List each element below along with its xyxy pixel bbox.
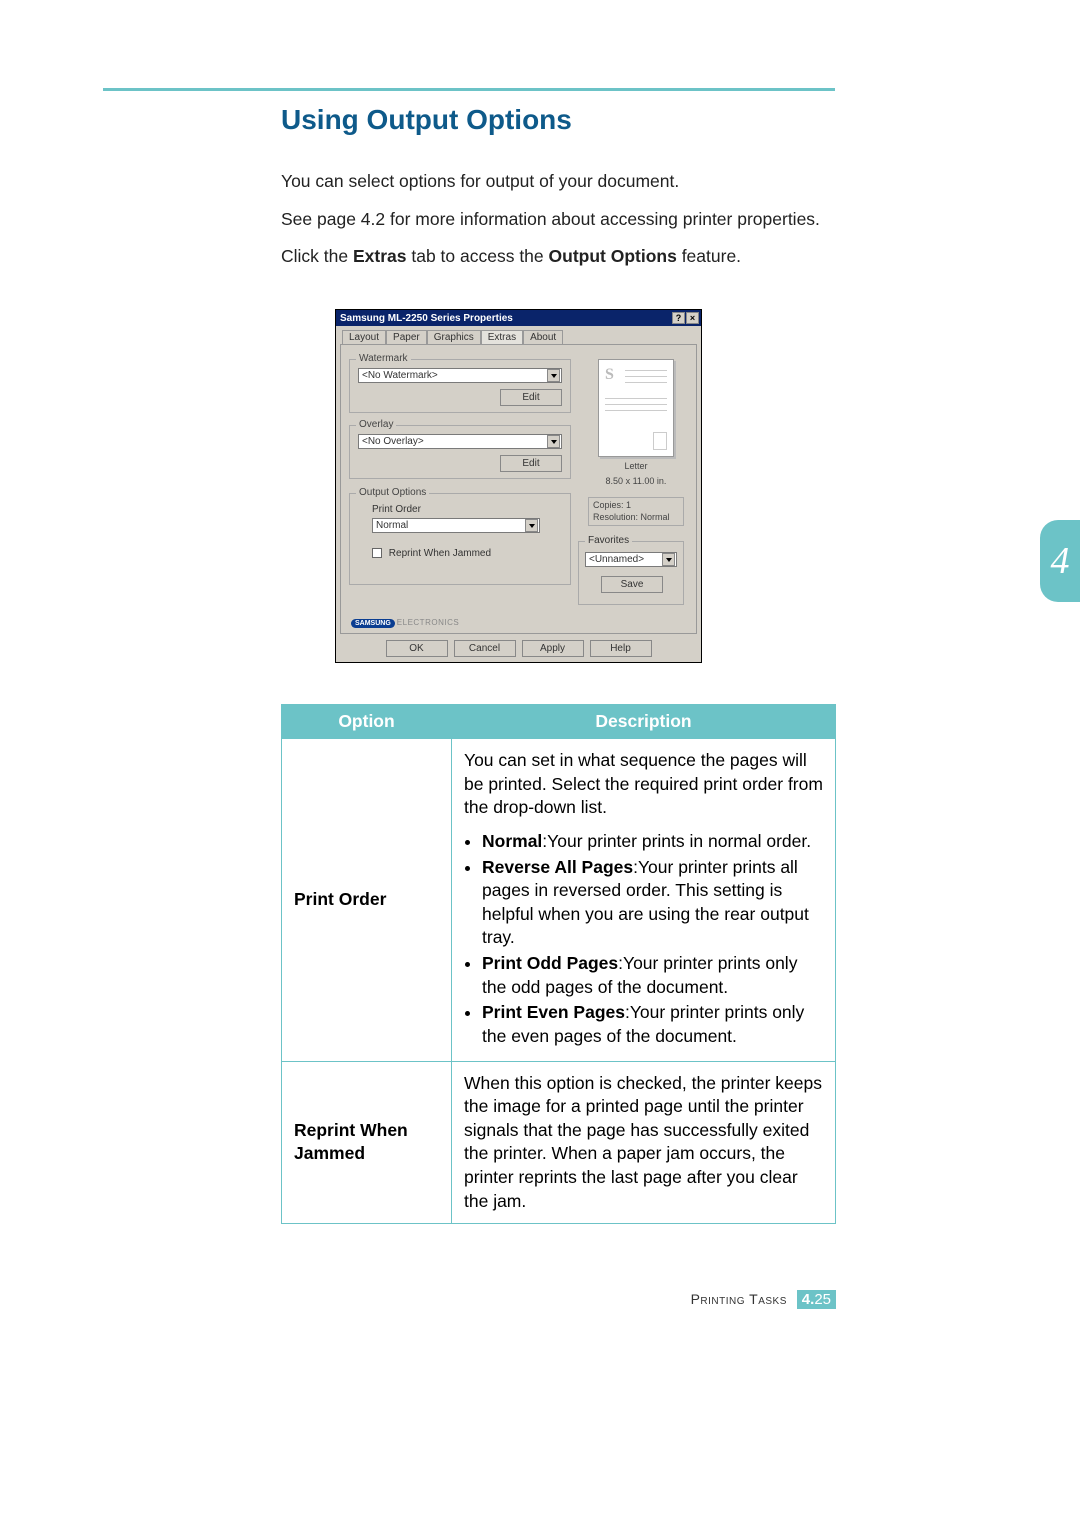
output-options-bold: Output Options <box>549 246 677 266</box>
tab-graphics[interactable]: Graphics <box>427 330 481 344</box>
watermark-edit-button[interactable]: Edit <box>500 389 562 406</box>
reprint-row: Reprint When Jammed <box>372 548 491 559</box>
overlay-edit-button[interactable]: Edit <box>500 455 562 472</box>
tab-extras[interactable]: Extras <box>481 330 523 344</box>
overlay-select[interactable]: <No Overlay> <box>358 434 562 449</box>
opt-print-order: Print Order <box>282 739 452 1062</box>
favorites-select[interactable]: <Unnamed> <box>585 552 677 567</box>
chapter-thumb-tab: 4 <box>1040 520 1080 602</box>
chevron-down-icon <box>547 369 560 382</box>
brand-text: SAMSUNGELECTRONICS <box>351 618 459 628</box>
print-order-list: Normal:Your printer prints in normal ord… <box>464 830 823 1049</box>
watermark-value: <No Watermark> <box>362 370 438 381</box>
top-rule <box>103 88 835 91</box>
item-bold: Print Even Pages <box>482 1002 625 1022</box>
group-output-options: Output Options Print Order Normal Reprin… <box>349 493 571 585</box>
info-box: Copies: 1 Resolution: Normal <box>588 497 684 526</box>
extras-bold: Extras <box>353 246 407 266</box>
page-preview: S Letter 8.50 x 11.00 in. <box>588 359 684 479</box>
paragraph-3: Click the Extras tab to access the Outpu… <box>281 245 836 269</box>
tab-paper[interactable]: Paper <box>386 330 427 344</box>
page-number-badge: 4.25 <box>797 1290 836 1309</box>
table-row: Print Order You can set in what sequence… <box>282 739 836 1062</box>
close-icon[interactable]: × <box>686 312 699 324</box>
list-item: Reverse All Pages:Your printer prints al… <box>482 856 823 951</box>
properties-dialog: Samsung ML-2250 Series Properties ? × La… <box>335 309 702 663</box>
favorites-label: Favorites <box>585 535 632 546</box>
cancel-button[interactable]: Cancel <box>454 640 516 657</box>
reprint-label: Reprint When Jammed <box>389 548 491 559</box>
copies-text: Copies: 1 <box>593 500 679 512</box>
tab-layout[interactable]: Layout <box>342 330 386 344</box>
footer-chapter: 4. <box>802 1291 815 1308</box>
page-footer: Printing Tasks 4.25 <box>281 1290 836 1309</box>
overlay-value: <No Overlay> <box>362 436 424 447</box>
col-description: Description <box>452 705 836 739</box>
watermark-label: Watermark <box>356 353 411 364</box>
resolution-text: Resolution: Normal <box>593 512 679 524</box>
titlebar: Samsung ML-2250 Series Properties ? × <box>336 310 701 326</box>
watermark-select[interactable]: <No Watermark> <box>358 368 562 383</box>
opt-reprint: Reprint When Jammed <box>282 1061 452 1224</box>
list-item: Print Even Pages:Your printer prints onl… <box>482 1001 823 1048</box>
text: feature. <box>677 246 741 266</box>
item-bold: Print Odd Pages <box>482 953 618 973</box>
ok-button[interactable]: OK <box>386 640 448 657</box>
desc-reprint: When this option is checked, the printer… <box>452 1061 836 1224</box>
footer-page: 25 <box>814 1291 831 1308</box>
brand-sub: ELECTRONICS <box>397 618 459 627</box>
preview-paper: Letter <box>588 461 684 472</box>
list-item: Normal:Your printer prints in normal ord… <box>482 830 823 854</box>
body-text: You can select options for output of you… <box>281 170 836 283</box>
favorites-value: <Unnamed> <box>589 554 644 565</box>
text: tab to access the <box>406 246 548 266</box>
col-option: Option <box>282 705 452 739</box>
desc-print-order: You can set in what sequence the pages w… <box>452 739 836 1062</box>
help-icon[interactable]: ? <box>672 312 685 324</box>
tab-body: Watermark <No Watermark> Edit Overlay <N… <box>340 344 697 634</box>
tabs-row: Layout Paper Graphics Extras About <box>336 326 701 344</box>
print-order-value: Normal <box>376 520 408 531</box>
group-overlay: Overlay <No Overlay> Edit <box>349 425 571 479</box>
item-text: :Your printer prints in normal order. <box>542 831 811 851</box>
favorites-save-button[interactable]: Save <box>601 576 663 593</box>
item-bold: Reverse All Pages <box>482 857 633 877</box>
list-item: Print Odd Pages:Your printer prints only… <box>482 952 823 999</box>
apply-button[interactable]: Apply <box>522 640 584 657</box>
options-table: Option Description Print Order You can s… <box>281 704 836 1224</box>
footer-section: Printing Tasks <box>691 1291 787 1307</box>
page-heading: Using Output Options <box>281 104 572 136</box>
reprint-checkbox[interactable] <box>372 548 382 558</box>
item-bold: Normal <box>482 831 542 851</box>
paragraph-2: See page 4.2 for more information about … <box>281 208 836 232</box>
print-order-select[interactable]: Normal <box>372 518 540 533</box>
chevron-down-icon <box>525 519 538 532</box>
tab-about[interactable]: About <box>523 330 563 344</box>
s-icon: S <box>605 366 614 384</box>
chevron-down-icon <box>547 435 560 448</box>
preview-sheet: S <box>598 359 674 457</box>
preview-size: 8.50 x 11.00 in. <box>588 476 684 487</box>
text: Click the <box>281 246 353 266</box>
print-order-label: Print Order <box>372 504 421 515</box>
chevron-down-icon <box>662 553 675 566</box>
print-order-intro: You can set in what sequence the pages w… <box>464 749 823 820</box>
dialog-button-row: OK Cancel Apply Help <box>336 640 701 657</box>
help-button[interactable]: Help <box>590 640 652 657</box>
group-watermark: Watermark <No Watermark> Edit <box>349 359 571 413</box>
table-row: Reprint When Jammed When this option is … <box>282 1061 836 1224</box>
samsung-logo: SAMSUNG <box>351 619 395 628</box>
paragraph-1: You can select options for output of you… <box>281 170 836 194</box>
group-favorites: Favorites <Unnamed> Save <box>578 541 684 605</box>
overlay-label: Overlay <box>356 419 396 430</box>
output-options-label: Output Options <box>356 487 429 498</box>
dialog-title: Samsung ML-2250 Series Properties <box>340 313 671 324</box>
